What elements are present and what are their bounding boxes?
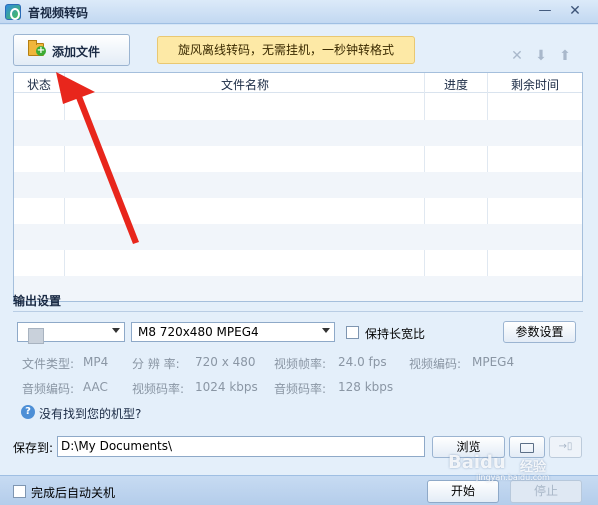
table-header: 状态 文件名称 进度 剩余时间 [14,73,582,93]
device-select[interactable] [17,322,125,344]
open-folder-button[interactable] [509,436,545,458]
app-icon [5,4,21,20]
file-type-value: MP4 [83,355,109,369]
export-button[interactable]: →▯ [549,436,582,458]
folder-add-icon [28,40,46,56]
file-list-table[interactable]: 状态 文件名称 进度 剩余时间 [13,72,583,302]
video-fps-label: 视频帧率: [274,357,327,371]
title-bar: 音视频转码 — ✕ [0,0,598,24]
device-thumbnail-icon [28,328,44,344]
resolution-value: 720 x 480 [195,355,256,369]
resolution-label: 分 辨 率: [132,357,180,371]
arrow-down-icon[interactable]: ⬇ [533,48,549,64]
table-row [14,276,582,301]
video-codec-label: 视频编码: [409,357,462,371]
remove-file-icon[interactable]: ✕ [509,48,525,64]
format-value: M8 720x480 MPEG4 [138,325,259,339]
start-button[interactable]: 开始 [427,480,499,503]
output-settings-title: 输出设置 [13,294,62,308]
video-bitrate-label: 视频码率: [132,382,185,396]
add-file-label: 添加文件 [52,45,101,59]
column-header-remaining[interactable]: 剩余时间 [488,76,582,93]
audio-bitrate-label: 音频码率: [274,382,327,396]
stop-button[interactable]: 停止 [510,480,582,503]
column-header-progress[interactable]: 进度 [425,76,487,93]
keep-ratio-label[interactable]: 保持长宽比 [365,325,425,342]
save-path-input[interactable]: D:\My Documents\ [57,436,425,457]
section-divider [13,311,583,312]
video-codec-value: MPEG4 [472,355,515,369]
table-row [14,94,582,120]
table-row [14,224,582,250]
table-row [14,120,582,146]
bottom-bar: 完成后自动关机 开始 停止 [0,475,598,505]
chevron-down-icon [112,328,120,333]
folder-open-icon [520,443,534,453]
arrow-up-icon[interactable]: ⬆ [557,48,573,64]
save-to-label: 保存到: [13,441,54,455]
auto-shutdown-checkbox[interactable] [13,485,26,498]
audio-codec-label: 音频编码: [22,382,75,396]
video-fps-value: 24.0 fps [338,355,387,369]
keep-ratio-checkbox[interactable] [346,326,359,339]
help-icon: ? [21,405,35,419]
table-row [14,198,582,224]
audio-codec-value: AAC [83,380,108,394]
file-type-label: 文件类型: [22,357,75,371]
format-select[interactable]: M8 720x480 MPEG4 [131,322,335,342]
audio-bitrate-value: 128 kbps [338,380,394,394]
add-file-button[interactable]: 添加文件 [13,34,130,66]
browse-button[interactable]: 浏览 [432,436,505,458]
chevron-down-icon [322,328,330,333]
window-title: 音视频转码 [28,6,89,20]
table-row [14,250,582,276]
column-header-filename[interactable]: 文件名称 [65,76,425,93]
table-row [14,146,582,172]
promo-banner[interactable]: 旋风离线转码，无需挂机，一秒钟转格式 [157,36,415,64]
close-button[interactable]: ✕ [564,2,586,20]
auto-shutdown-label[interactable]: 完成后自动关机 [31,484,115,501]
minimize-button[interactable]: — [534,2,556,20]
table-row [14,172,582,198]
missing-device-link[interactable]: 没有找到您的机型? [39,405,141,422]
video-bitrate-value: 1024 kbps [195,380,258,394]
param-settings-button[interactable]: 参数设置 [503,321,576,343]
column-header-status[interactable]: 状态 [14,76,64,93]
